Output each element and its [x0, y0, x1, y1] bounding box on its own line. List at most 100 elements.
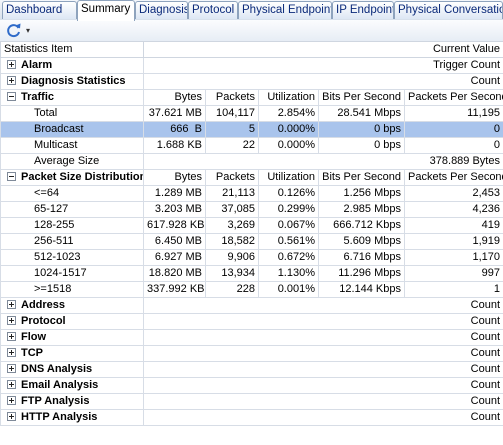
cell-bytes: 666 B [143, 121, 206, 138]
section-label: FTP Analysis [21, 395, 90, 407]
col-packets-header: Packets [205, 169, 259, 186]
col-bytes-header: Bytes [143, 169, 206, 186]
table-row-multicast[interactable]: Multicast 1.688 KB 22 0.000% 0 bps 0 [0, 137, 503, 154]
toolbar: ▾ [0, 20, 503, 42]
section-label: TCP [21, 347, 43, 359]
col-bytes-header: Bytes [143, 89, 206, 106]
expand-icon[interactable] [7, 411, 16, 421]
section-label: Traffic [21, 91, 55, 103]
section-address[interactable]: Address Count [0, 297, 503, 314]
section-protocol[interactable]: Protocol Count [0, 313, 503, 330]
row-label: Total [0, 105, 144, 122]
cell-utilization: 0.561% [258, 233, 319, 250]
cell-packets: 3,269 [205, 217, 259, 234]
tab-physical-conversation[interactable]: Physical Conversation [394, 1, 503, 19]
tab-protocol[interactable]: Protocol [188, 1, 238, 19]
section-packet-size-distribution[interactable]: Packet Size Distribution Bytes Packets U… [0, 169, 503, 186]
cell-utilization: 0.000% [258, 137, 319, 154]
table-row-average-size[interactable]: Average Size 378.889 Bytes [0, 153, 503, 170]
table-row-total[interactable]: Total 37.621 MB 104,117 2.854% 28.541 Mb… [0, 105, 503, 122]
row-label: <=64 [0, 185, 144, 202]
expand-icon[interactable] [7, 363, 16, 373]
refresh-button[interactable]: ▾ [5, 22, 35, 39]
expand-icon[interactable] [7, 395, 16, 405]
row-label: 65-127 [0, 201, 144, 218]
expand-icon[interactable] [7, 75, 16, 85]
row-label: Average Size [0, 153, 144, 170]
row-label: Multicast [0, 137, 144, 154]
cell-bps: 2.985 Mbps [318, 201, 405, 218]
cell-utilization: 0.299% [258, 201, 319, 218]
cell-bps: 5.609 Mbps [318, 233, 405, 250]
section-email-analysis[interactable]: Email Analysis Count [0, 377, 503, 394]
tab-diagnosis[interactable]: Diagnosis [135, 1, 188, 19]
section-diagnosis-statistics[interactable]: Diagnosis Statistics Count [0, 73, 503, 90]
collapse-icon[interactable] [7, 91, 16, 101]
cell-bytes: 617.928 KB [143, 217, 206, 234]
section-http-analysis[interactable]: HTTP Analysis Count [0, 409, 503, 426]
section-ftp-analysis[interactable]: FTP Analysis Count [0, 393, 503, 410]
expand-icon[interactable] [7, 315, 16, 325]
tab-summary[interactable]: Summary [77, 0, 135, 21]
section-value: Count [143, 377, 503, 394]
section-traffic[interactable]: Traffic Bytes Packets Utilization Bits P… [0, 89, 503, 106]
column-header-row: Statistics Item Current Value [0, 41, 503, 58]
statistics-grid: Statistics Item Current Value Alarm Trig… [0, 41, 503, 445]
cell-pps: 1,919 [404, 233, 503, 250]
cell-pps: 1,170 [404, 249, 503, 266]
chevron-down-icon[interactable]: ▾ [26, 26, 30, 35]
col-packets-header: Packets [205, 89, 259, 106]
section-value: Trigger Count [143, 57, 503, 74]
tab-physical-endpoint[interactable]: Physical Endpoint [238, 1, 332, 19]
section-dns-analysis[interactable]: DNS Analysis Count [0, 361, 503, 378]
cell-bps: 0 bps [318, 137, 405, 154]
cell-packets: 228 [205, 281, 259, 298]
expand-icon[interactable] [7, 347, 16, 357]
column-header-current-value[interactable]: Current Value [143, 41, 503, 58]
cell-pps: 997 [404, 265, 503, 282]
section-value: Count [143, 393, 503, 410]
table-row[interactable]: <=64 1.289 MB 21,113 0.126% 1.256 Mbps 2,453 [0, 185, 503, 202]
cell-utilization: 0.001% [258, 281, 319, 298]
cell-packets: 22 [205, 137, 259, 154]
table-row[interactable]: 65-127 3.203 MB 37,085 0.299% 2.985 Mbps 4,23… [0, 201, 503, 218]
section-label: Packet Size Distribution [21, 171, 144, 183]
collapse-icon[interactable] [7, 171, 16, 181]
cell-bytes: 6.927 MB [143, 249, 206, 266]
table-row[interactable]: 128-255 617.928 KB 3,269 0.067% 666.712 Kbps… [0, 217, 503, 234]
column-header-statistics-item[interactable]: Statistics Item [0, 41, 144, 58]
cell-bytes: 337.992 KB [143, 281, 206, 298]
expand-icon[interactable] [7, 299, 16, 309]
table-row-broadcast[interactable]: Broadcast 666 B 5 0.000% 0 bps 0 [0, 121, 503, 138]
col-bps-header: Bits Per Second [318, 169, 405, 186]
section-flow[interactable]: Flow Count [0, 329, 503, 346]
table-row[interactable]: 256-511 6.450 MB 18,582 0.561% 5.609 Mbps 1,9… [0, 233, 503, 250]
cell-pps: 0 [404, 137, 503, 154]
cell-bytes: 3.203 MB [143, 201, 206, 218]
tab-ip-endpoint[interactable]: IP Endpoint [332, 1, 394, 19]
cell-packets: 13,934 [205, 265, 259, 282]
table-row[interactable]: 1024-1517 18.820 MB 13,934 1.130% 11.296 Mbp… [0, 265, 503, 282]
cell-utilization: 1.130% [258, 265, 319, 282]
row-label: 512-1023 [0, 249, 144, 266]
cell-packets: 18,582 [205, 233, 259, 250]
cell-pps: 4,236 [404, 201, 503, 218]
cell-pps: 0 [404, 121, 503, 138]
section-alarm[interactable]: Alarm Trigger Count [0, 57, 503, 74]
col-utilization-header: Utilization [258, 169, 319, 186]
tab-dashboard[interactable]: Dashboard [2, 1, 77, 19]
cell-bps: 666.712 Kbps [318, 217, 405, 234]
expand-icon[interactable] [7, 59, 16, 69]
section-tcp[interactable]: TCP Count [0, 345, 503, 362]
cell-bps: 0 bps [318, 121, 405, 138]
cell-bps: 28.541 Mbps [318, 105, 405, 122]
section-label: Flow [21, 331, 47, 343]
cell-bytes: 18.820 MB [143, 265, 206, 282]
table-row[interactable]: >=1518 337.992 KB 228 0.001% 12.144 Kbps 1 [0, 281, 503, 298]
col-bps-header: Bits Per Second [318, 89, 405, 106]
expand-icon[interactable] [7, 331, 16, 341]
expand-icon[interactable] [7, 379, 16, 389]
cell-pps: 11,195 [404, 105, 503, 122]
table-row[interactable]: 512-1023 6.927 MB 9,906 0.672% 6.716 Mbps 1,1… [0, 249, 503, 266]
cell-bps: 6.716 Mbps [318, 249, 405, 266]
